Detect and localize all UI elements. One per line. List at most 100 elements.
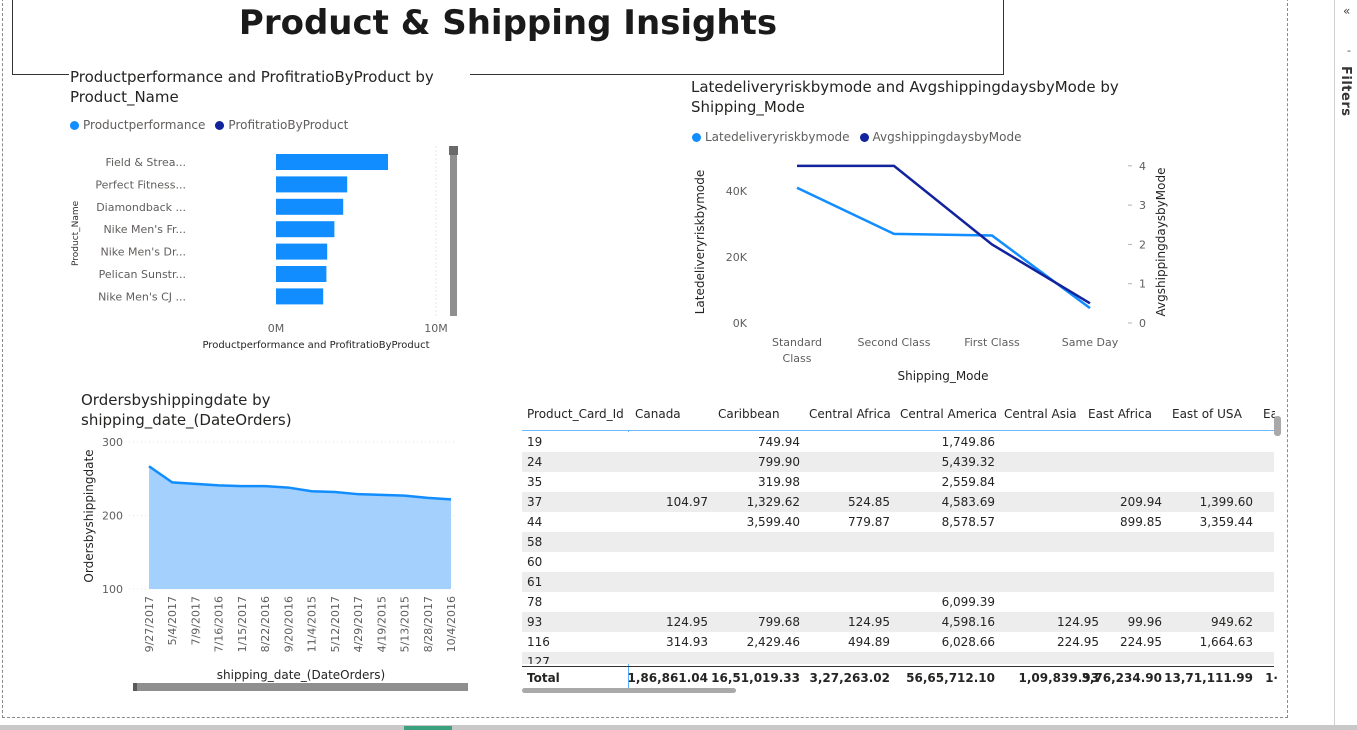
table-cell: 99.96 (1127, 615, 1162, 629)
active-page-tab[interactable] (404, 726, 452, 730)
rail-dash-icon: - (1347, 44, 1351, 57)
line-chart-title-line2: Shipping_Mode (691, 98, 805, 116)
bar-productperformance[interactable] (276, 266, 327, 282)
table-cell: 319.98 (758, 475, 800, 489)
bar-category-label: Field & Strea... (105, 156, 186, 169)
bar-chart[interactable]: Product_Name 0M 10M Productperformance a… (60, 140, 470, 355)
line-y-left-tick: 0K (733, 317, 748, 330)
table-cell: 2,429.46 (746, 635, 800, 649)
bar-productperformance[interactable] (276, 243, 328, 260)
area-x-tick: 7/9/2017 (189, 596, 202, 645)
table-row[interactable]: 127 (522, 652, 1274, 664)
area-scrollbar-thumb[interactable] (133, 683, 137, 691)
expand-chevron-icon[interactable]: « (1343, 4, 1350, 18)
table-row[interactable]: 60 (522, 552, 1274, 572)
table-cell: 799.90 (758, 455, 800, 469)
bar-chart-title: Productperformance and ProfitratioByProd… (69, 67, 470, 107)
line-chart-title: Latedeliveryriskbymode and Avgshippingda… (691, 77, 1191, 117)
area-x-tick: 5/4/2017 (166, 596, 179, 645)
matrix-header-east-africa[interactable]: East Africa (1088, 407, 1152, 421)
row-product-card-id: 60 (527, 555, 543, 569)
legend-profitratio[interactable]: ProfitratioByProduct (228, 118, 348, 132)
matrix-header-canada[interactable]: Canada (635, 407, 681, 421)
legend-productperformance[interactable]: Productperformance (83, 118, 205, 132)
report-title-box: Product & Shipping Insights (12, 0, 1004, 75)
table-row[interactable]: 37 104.97 1,329.62 524.85 4,583.69 209.94 1,39… (522, 492, 1274, 512)
table-cell: 899.85 (1120, 515, 1162, 529)
line-y-right-tick: 0 (1139, 317, 1146, 330)
matrix-total-divider (522, 666, 1274, 667)
row-product-card-id: 78 (527, 595, 543, 609)
area-x-tick: 1/15/2017 (236, 596, 249, 652)
line-chart-legend[interactable]: Latedeliveryriskbymode Avgshippingdaysby… (692, 130, 1022, 144)
legend-avgshippingdays[interactable]: AvgshippingdaysbyMode (873, 130, 1022, 144)
bar-chart-legend[interactable]: Productperformance ProfitratioByProduct (70, 118, 348, 132)
matrix-v-scrollbar[interactable] (1274, 416, 1281, 436)
bar-category-label: Perfect Fitness... (95, 178, 186, 191)
area-x-axis-title: shipping_date_(DateOrders) (217, 668, 385, 682)
table-cell: 314.93 (666, 635, 708, 649)
bar-scrollbar-track[interactable] (450, 146, 457, 316)
area-chart[interactable]: Ordersbyshippingdate shipping_date_(Date… (75, 430, 475, 695)
bar-category-label: Nike Men's Dr... (101, 246, 186, 259)
table-cell: 1,399.60 (1199, 495, 1253, 509)
area-scrollbar-track[interactable] (133, 683, 468, 691)
matrix-header-caribbean[interactable]: Caribbean (718, 407, 780, 421)
bar-category-label: Diamondback ... (96, 201, 186, 214)
table-row[interactable]: 19 749.94 1,749.86 (522, 432, 1274, 452)
row-product-card-id: 116 (527, 635, 550, 649)
bar-productperformance[interactable] (276, 198, 344, 215)
bar-x-tick-0: 0M (268, 322, 285, 335)
filters-pane-label[interactable]: Filters (1338, 66, 1353, 116)
matrix-h-scrollbar[interactable] (522, 688, 736, 693)
matrix-header-central-asia[interactable]: Central Asia (1004, 407, 1077, 421)
line-chart[interactable]: Latedeliveryriskbymode Avgshippingdaysby… (688, 145, 1183, 390)
bar-scrollbar-thumb[interactable] (449, 146, 458, 155)
table-row[interactable]: 44 3,599.40 779.87 8,578.57 899.85 3,359.44 (522, 512, 1274, 532)
matrix-header-central-america[interactable]: Central America (900, 407, 997, 421)
area-y-axis-title: Ordersbyshippingdate (82, 449, 96, 582)
area-x-tick: 4/29/2017 (352, 596, 365, 652)
table-row[interactable]: 58 (522, 532, 1274, 552)
table-row[interactable]: 35 319.98 2,559.84 (522, 472, 1274, 492)
line-x-axis-title: Shipping_Mode (897, 369, 988, 383)
area-chart-title: Ordersbyshippingdate by shipping_date_(D… (81, 390, 381, 430)
total-cell: 3,27,263.02 (809, 671, 890, 685)
filters-pane-collapsed[interactable]: « - Filters (1334, 0, 1357, 730)
matrix-header-east-of-usa[interactable]: East of USA (1172, 407, 1242, 421)
table-cell: 6,028.66 (941, 635, 995, 649)
matrix-total-row: Total 1,86,861.04 16,51,019.33 3,27,263.02 5… (522, 668, 1278, 688)
bar-productperformance[interactable] (276, 154, 388, 170)
total-label: Total (527, 671, 560, 685)
table-row[interactable]: 61 (522, 572, 1274, 592)
matrix-header-central-africa[interactable]: Central Africa (809, 407, 891, 421)
total-cell: 3,76,234.90 (1081, 671, 1162, 685)
row-product-card-id: 24 (527, 455, 543, 469)
table-cell: 494.89 (848, 635, 890, 649)
table-cell: 8,578.57 (941, 515, 995, 529)
bar-productperformance[interactable] (276, 221, 335, 238)
matrix-table[interactable]: Product_Card_Id Canada Caribbean Central… (522, 402, 1281, 694)
table-cell: 949.62 (1211, 615, 1253, 629)
bar-productperformance[interactable] (276, 176, 348, 193)
row-product-card-id: 44 (527, 515, 543, 529)
line-x-tick: Second Class (858, 336, 931, 349)
table-row[interactable]: 24 799.90 5,439.32 (522, 452, 1274, 472)
table-row[interactable]: 116 314.93 2,429.46 494.89 6,028.66 224.95 224… (522, 632, 1274, 652)
area-x-tick: 9/27/2017 (143, 596, 156, 652)
table-cell: 779.87 (848, 515, 890, 529)
table-row[interactable]: 78 6,099.39 (522, 592, 1274, 612)
line-y-right-tick: 1 (1139, 278, 1146, 291)
line-x-tick: First Class (964, 336, 1020, 349)
table-cell: 1,664.63 (1199, 635, 1253, 649)
line-y-right-title: AvgshippingdaysbyMode (1154, 168, 1168, 317)
bar-x-tick-1: 10M (424, 322, 448, 335)
total-cell: 13,71,111.99 (1164, 671, 1253, 685)
total-cell: 16,51,019.33 (711, 671, 800, 685)
matrix-header-product-card-id[interactable]: Product_Card_Id (527, 407, 624, 421)
bar-productperformance[interactable] (276, 288, 324, 305)
table-row[interactable]: 93 124.95 799.68 124.95 4,598.16 124.95 99.96 9… (522, 612, 1274, 632)
table-cell: 224.95 (1057, 635, 1099, 649)
legend-latedeliveryrisk[interactable]: Latedeliveryriskbymode (705, 130, 850, 144)
table-cell: 524.85 (848, 495, 890, 509)
